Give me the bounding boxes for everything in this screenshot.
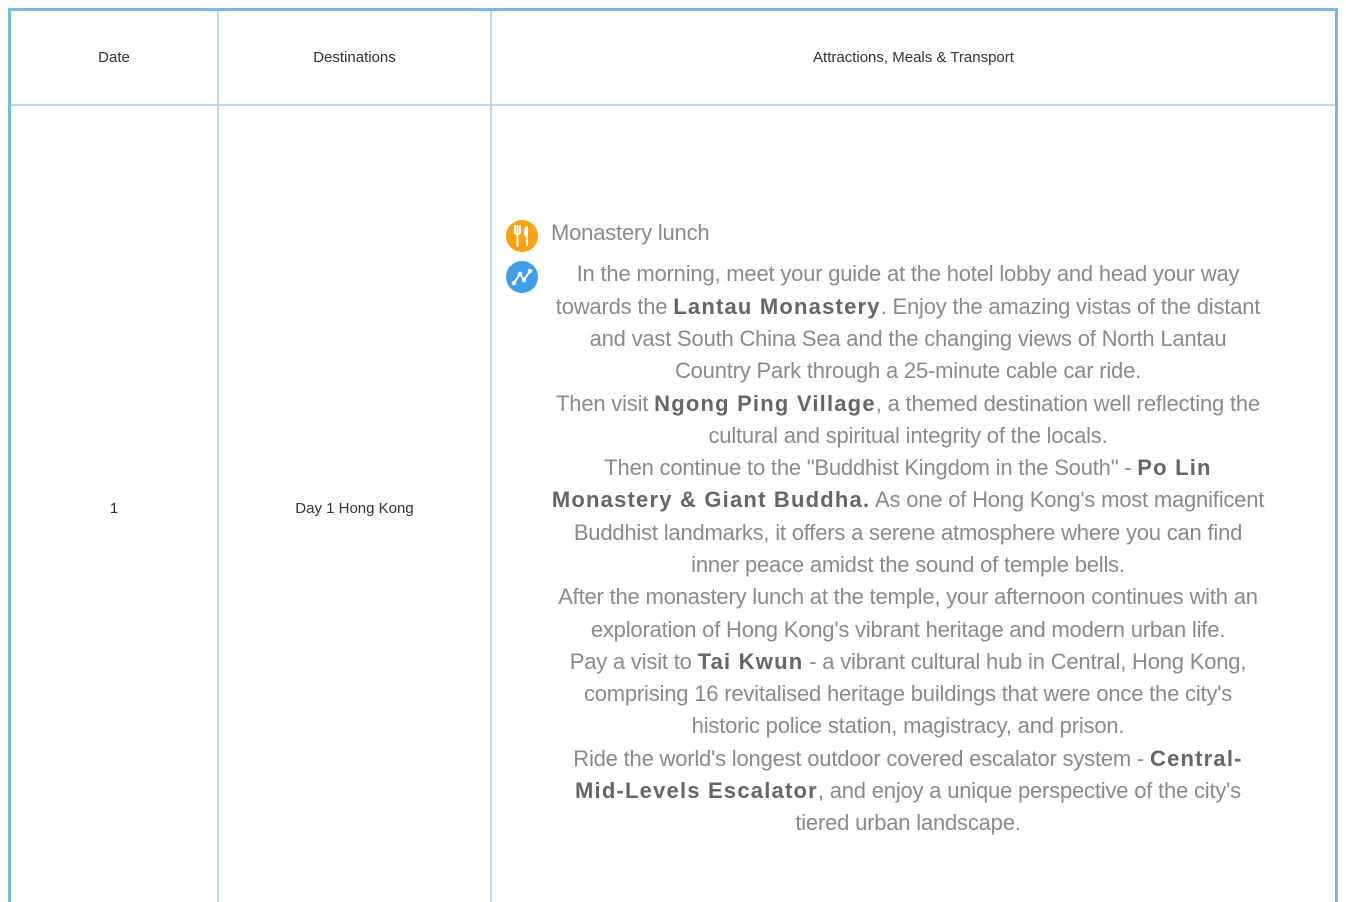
header-row: Date Destinations Attractions, Meals & T… [11, 11, 1335, 106]
itinerary-paragraph-6: Ride the world's longest outdoor covered… [551, 743, 1265, 840]
itinerary-text-span: Ride the world's longest outdoor covered… [573, 745, 1150, 771]
table-row: 1 Day 1 Hong Kong Monastery lunch In the… [11, 105, 1335, 902]
details-cell: Monastery lunch In the morning, meet you… [491, 105, 1335, 902]
itinerary-text: In the morning, meet your guide at the h… [551, 258, 1265, 839]
itinerary-paragraph-5: Pay a visit to Tai Kwun - a vibrant cult… [551, 646, 1265, 743]
route-icon [506, 261, 538, 294]
header-date: Date [11, 11, 219, 106]
itinerary-paragraph-1: In the morning, meet your guide at the h… [551, 258, 1265, 387]
itinerary-paragraph-4: After the monastery lunch at the temple,… [558, 584, 1258, 642]
itinerary-entry: In the morning, meet your guide at the h… [506, 258, 1265, 839]
meal-entry: Monastery lunch [506, 217, 1265, 253]
meal-text: Monastery lunch [551, 220, 710, 246]
itinerary-text-span: Then visit [556, 390, 655, 416]
date-cell: 1 [11, 105, 219, 902]
itinerary-frame: Date Destinations Attractions, Meals & T… [8, 8, 1338, 902]
itinerary-table: Date Destinations Attractions, Meals & T… [11, 11, 1335, 902]
itinerary-text-span: Pay a visit to [569, 648, 698, 674]
attraction-tai-kwun: Tai Kwun [697, 648, 804, 674]
header-details: Attractions, Meals & Transport [491, 11, 1335, 106]
itinerary-paragraph-3: Then continue to the "Buddhist Kingdom i… [551, 452, 1265, 581]
itinerary-paragraph-2: Then visit Ngong Ping Village, a themed … [551, 388, 1265, 453]
itinerary-text-span: , and enjoy a unique perspective of the … [795, 778, 1241, 836]
utensils-icon [506, 220, 538, 253]
destination-cell: Day 1 Hong Kong [218, 105, 492, 902]
header-destinations: Destinations [218, 11, 492, 106]
attraction-ngong-ping-village: Ngong Ping Village [654, 390, 876, 416]
attraction-lantau-monastery: Lantau Monastery [673, 293, 881, 319]
itinerary-text-span: Then continue to the "Buddhist Kingdom i… [604, 455, 1138, 481]
table-header: Date Destinations Attractions, Meals & T… [11, 11, 1335, 106]
